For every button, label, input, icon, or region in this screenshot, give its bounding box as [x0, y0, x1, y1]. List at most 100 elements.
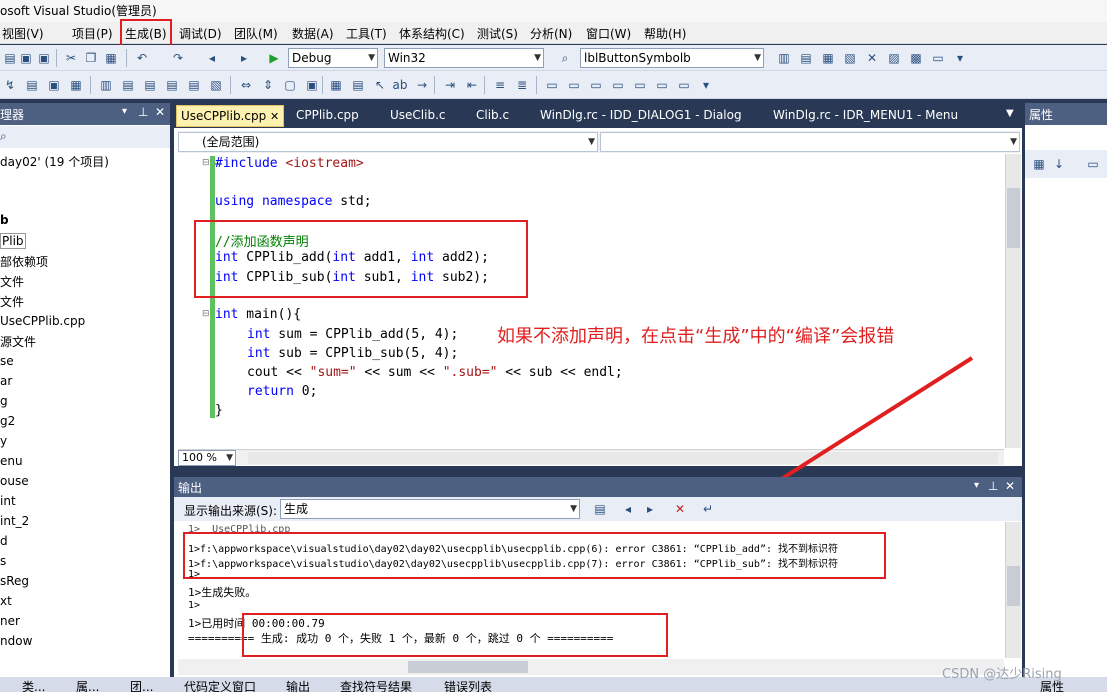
- output-vertical-scrollbar[interactable]: [1005, 522, 1021, 658]
- clear-bookmarks-icon[interactable]: ▭: [676, 77, 692, 93]
- team-explorer-icon[interactable]: ▩: [908, 50, 924, 66]
- dialog-test-icon[interactable]: ▥: [98, 77, 114, 93]
- class-view-tab[interactable]: 类...: [22, 678, 45, 692]
- output-pin-icon[interactable]: ⊥: [988, 479, 998, 493]
- build-solution-icon[interactable]: ▤: [24, 77, 40, 93]
- toolbox-icon[interactable]: ▧: [842, 50, 858, 66]
- tree-item-se[interactable]: se: [0, 354, 14, 368]
- align-top-icon[interactable]: ▤: [164, 77, 180, 93]
- output-dropdown-icon[interactable]: ▾: [974, 480, 979, 491]
- tools-icon[interactable]: ✕: [864, 50, 880, 66]
- bookmark-folder-icon[interactable]: ▭: [610, 77, 626, 93]
- editor-vertical-scrollbar[interactable]: [1005, 154, 1021, 448]
- code-definition-tab[interactable]: 代码定义窗口: [184, 678, 256, 692]
- tab-list-icon[interactable]: ▼: [1006, 108, 1014, 119]
- tree-item-g2[interactable]: g2: [0, 414, 15, 428]
- comment-icon[interactable]: ≡: [492, 77, 508, 93]
- tab-clib-c[interactable]: Clib.c: [472, 105, 513, 127]
- collapse-main-icon[interactable]: ⊟: [202, 309, 210, 319]
- uncomment-icon[interactable]: ≣: [514, 77, 530, 93]
- window-icon[interactable]: ▭: [930, 50, 946, 66]
- output-horizontal-scrollbar[interactable]: [178, 659, 1004, 675]
- open-icon[interactable]: ▤: [2, 50, 18, 66]
- indent-icon[interactable]: ⇥: [442, 77, 458, 93]
- redo-icon[interactable]: ↷: [170, 50, 186, 66]
- cut-icon[interactable]: ✂: [63, 50, 79, 66]
- tab-windlg-dialog[interactable]: WinDlg.rc - IDD_DIALOG1 - Dialog: [536, 105, 746, 127]
- tab-cpplib-cpp[interactable]: CPPlib.cpp: [292, 105, 363, 127]
- team-explorer-tab[interactable]: 团...: [130, 678, 153, 692]
- tree-item-source-files[interactable]: 源文件: [0, 333, 36, 350]
- find-combo[interactable]: lblButtonSymbolb ▼: [580, 48, 764, 68]
- find-message-icon[interactable]: ▤: [592, 501, 608, 517]
- menu-data[interactable]: 数据(A): [292, 25, 334, 42]
- tree-item-ndow[interactable]: ndow: [0, 634, 32, 648]
- pin-icon[interactable]: ⊥: [138, 105, 148, 119]
- menu-team[interactable]: 团队(M): [234, 25, 278, 42]
- menu-help[interactable]: 帮助(H): [644, 25, 686, 42]
- grid-icon[interactable]: ▦: [328, 77, 344, 93]
- zoom-select[interactable]: 100 % ▼: [178, 450, 236, 466]
- find-icon[interactable]: ⌕: [557, 50, 573, 66]
- menu-view[interactable]: 视图(V): [2, 25, 44, 42]
- start-debugging-icon[interactable]: ▶: [266, 50, 282, 66]
- search-icon[interactable]: ⌕: [0, 129, 7, 144]
- panel-dropdown-icon[interactable]: ▾: [122, 106, 127, 117]
- outdent-icon[interactable]: ⇤: [464, 77, 480, 93]
- navigate-back-icon[interactable]: ◂: [204, 50, 220, 66]
- menu-window[interactable]: 窗口(W): [586, 25, 631, 42]
- extension-icon[interactable]: ▨: [886, 50, 902, 66]
- toolbar-more-icon[interactable]: ▾: [698, 77, 714, 93]
- tree-item-files-1[interactable]: 文件: [0, 273, 24, 290]
- collapse-icon[interactable]: ⊟: [202, 158, 210, 168]
- paste-icon[interactable]: ▦: [103, 50, 119, 66]
- tree-item-s[interactable]: s: [0, 554, 6, 568]
- tree-item-ner[interactable]: ner: [0, 614, 20, 628]
- properties-icon[interactable]: ▤: [798, 50, 814, 66]
- tab-windlg-menu[interactable]: WinDlg.rc - IDR_MENU1 - Menu: [769, 105, 962, 127]
- bookmark-icon[interactable]: ▭: [544, 77, 560, 93]
- tree-item-g[interactable]: g: [0, 394, 8, 408]
- bookmark-next-icon[interactable]: ▭: [588, 77, 604, 93]
- close-icon[interactable]: ✕: [155, 105, 165, 119]
- solution-explorer-icon[interactable]: ▥: [776, 50, 792, 66]
- menu-analyze[interactable]: 分析(N): [530, 25, 572, 42]
- abc-icon[interactable]: ab: [392, 77, 408, 93]
- save-all-icon[interactable]: ▣: [36, 50, 52, 66]
- menu-tools[interactable]: 工具(T): [346, 25, 387, 42]
- tree-item-files-2[interactable]: 文件: [0, 293, 24, 310]
- menu-architecture[interactable]: 体系结构(C): [399, 25, 465, 42]
- scope-select[interactable]: (全局范围) ▼: [178, 132, 598, 152]
- next-message-icon[interactable]: ▸: [642, 501, 658, 517]
- bookmark-clear-icon[interactable]: ▭: [632, 77, 648, 93]
- tree-item-usecpplib-cpp[interactable]: UseCPPlib.cpp: [0, 314, 85, 328]
- solution-config-select[interactable]: Debug ▼: [288, 48, 378, 68]
- tree-item-int[interactable]: int: [0, 494, 16, 508]
- align-bottom-icon[interactable]: ▤: [186, 77, 202, 93]
- same-size-icon[interactable]: ▢: [282, 77, 298, 93]
- member-select[interactable]: ▼: [600, 132, 1020, 152]
- tree-item-external-deps[interactable]: 部依赖项: [0, 253, 48, 270]
- undo-icon[interactable]: ↶: [134, 50, 150, 66]
- navigate-forward-icon[interactable]: ▸: [236, 50, 252, 66]
- menu-project[interactable]: 项目(P): [72, 25, 113, 42]
- categorized-icon[interactable]: ▦: [1031, 156, 1047, 172]
- output-tab[interactable]: 输出: [286, 678, 310, 692]
- tree-item-enu[interactable]: enu: [0, 454, 23, 468]
- tree-item-d[interactable]: d: [0, 534, 8, 548]
- tree-item-ar[interactable]: ar: [0, 374, 12, 388]
- menu-test[interactable]: 测试(S): [477, 25, 518, 42]
- menu-debug[interactable]: 调试(D): [179, 25, 222, 42]
- tab-useclib-c[interactable]: UseClib.c: [386, 105, 450, 127]
- object-browser-icon[interactable]: ▦: [820, 50, 836, 66]
- error-list-tab[interactable]: 错误列表: [444, 678, 492, 692]
- copy-icon[interactable]: ❐: [83, 50, 99, 66]
- tree-item-ouse[interactable]: ouse: [0, 474, 29, 488]
- solution-platform-select[interactable]: Win32 ▼: [384, 48, 544, 68]
- tab-usecpplib-cpp[interactable]: UseCPPlib.cpp ✕: [176, 105, 285, 127]
- tree-item-cpplib[interactable]: Plib: [0, 233, 26, 249]
- tree-item-xt[interactable]: xt: [0, 594, 12, 608]
- bookmark-window-icon[interactable]: ▭: [654, 77, 670, 93]
- same-width-icon[interactable]: ⇔: [238, 77, 254, 93]
- output-source-select[interactable]: 生成 ▼: [280, 499, 580, 519]
